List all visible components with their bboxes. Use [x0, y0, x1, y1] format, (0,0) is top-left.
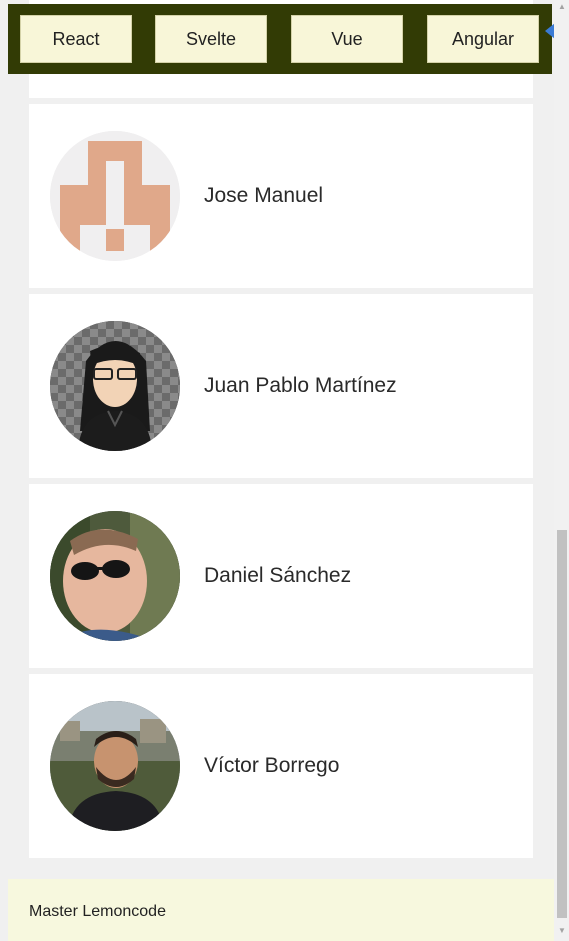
react-button[interactable]: React — [20, 15, 132, 63]
member-avatar — [50, 321, 180, 451]
photo-avatar-sunglasses-icon — [50, 511, 180, 641]
member-avatar — [50, 511, 180, 641]
member-name: Víctor Borrego — [204, 754, 340, 777]
angular-button[interactable]: Angular — [427, 15, 539, 63]
identicon-avatar-icon — [50, 131, 180, 261]
member-name: Juan Pablo Martínez — [204, 374, 397, 397]
member-name: Daniel Sánchez — [204, 564, 352, 587]
photo-avatar-outdoor-icon — [50, 701, 180, 831]
member-avatar — [50, 131, 180, 261]
scroll-thumb[interactable] — [557, 530, 567, 918]
member-name: Jose Manuel — [204, 184, 324, 207]
scroll-up-icon[interactable]: ▲ — [557, 2, 567, 12]
vue-button[interactable]: Vue — [291, 15, 403, 63]
cartoon-avatar-icon — [50, 321, 180, 451]
footer-text: Master Lemoncode — [29, 903, 166, 920]
member-avatar — [50, 701, 180, 831]
footer: Master Lemoncode — [8, 879, 554, 941]
svelte-button[interactable]: Svelte — [155, 15, 267, 63]
list-item[interactable]: Juan Pablo Martínez — [29, 294, 533, 478]
framework-nav-bar: React Svelte Vue Angular — [8, 4, 552, 74]
scrollbar[interactable]: ▲ ▼ — [554, 0, 569, 941]
list-item[interactable]: Daniel Sánchez — [29, 484, 533, 668]
list-item[interactable]: Víctor Borrego — [29, 674, 533, 858]
scroll-down-icon[interactable]: ▼ — [557, 926, 567, 936]
list-item[interactable]: Jose Manuel — [29, 104, 533, 288]
